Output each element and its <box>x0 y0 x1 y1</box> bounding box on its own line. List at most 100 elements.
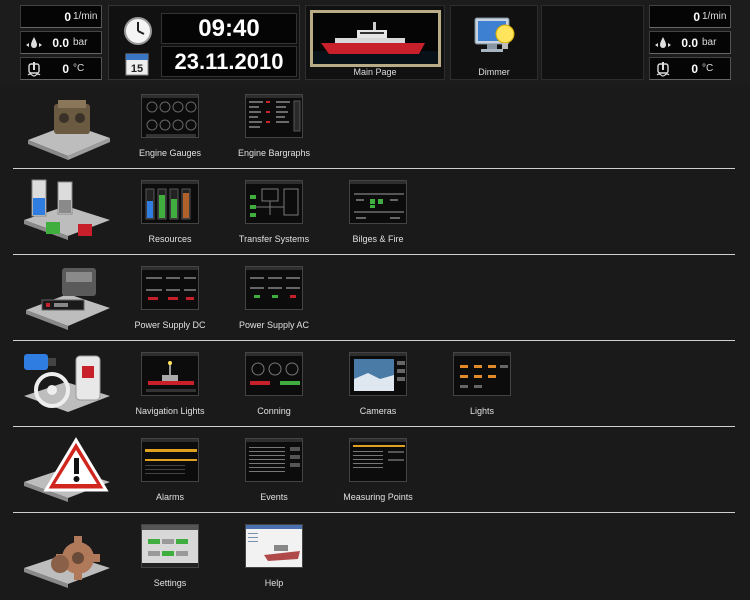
thumbnail <box>245 266 303 310</box>
item-settings[interactable]: Settings <box>125 518 215 596</box>
top-bar: 0 1/min 0.0 bar 0 °C 15 09:40 23.11.2010 <box>0 0 750 84</box>
oil-pressure-icon <box>654 35 672 51</box>
item-label: Settings <box>153 578 187 588</box>
row-separator <box>13 254 735 255</box>
settings-icon <box>18 518 118 596</box>
dimmer-label: Dimmer <box>478 67 510 77</box>
item-label: Transfer Systems <box>238 234 310 244</box>
main-page-label: Main Page <box>353 67 397 77</box>
date-display: 23.11.2010 <box>161 46 297 77</box>
thumbnail <box>453 352 511 396</box>
item-cameras[interactable]: Cameras <box>333 346 423 424</box>
item-lights[interactable]: Lights <box>437 346 527 424</box>
item-label: Cameras <box>359 406 397 416</box>
navigation-icon <box>18 346 118 424</box>
right-temp-unit: °C <box>702 63 714 74</box>
item-label: Alarms <box>155 492 184 502</box>
clock-icon <box>123 16 153 51</box>
item-power-supply-dc[interactable]: Power Supply DC <box>125 260 215 338</box>
alarm-icon <box>18 432 118 510</box>
thumbnail <box>141 94 199 138</box>
right-pressure-value: 0.0 <box>681 35 698 50</box>
clock-panel: 15 09:40 23.11.2010 <box>108 5 300 80</box>
item-events[interactable]: Events <box>229 432 319 510</box>
main-page-button[interactable]: Main Page <box>305 5 445 80</box>
item-engine-gauges[interactable]: Engine Gauges <box>125 88 215 166</box>
item-label: Measuring Points <box>343 492 413 502</box>
right-rpm-value: 0 <box>693 9 700 24</box>
thumbnail <box>349 438 407 482</box>
item-measuring-points[interactable]: Measuring Points <box>333 432 423 510</box>
coolant-temp-icon <box>25 61 43 77</box>
empty-tile <box>541 5 644 80</box>
row-separator <box>13 512 735 513</box>
dimmer-icon <box>473 14 517 63</box>
power-icon <box>18 260 118 338</box>
right-temp-value: 0 <box>691 61 698 76</box>
left-pressure-unit: bar <box>73 37 88 48</box>
calendar-icon: 15 <box>125 52 149 81</box>
right-rpm-unit: 1/min <box>702 11 727 22</box>
left-temp-value: 0 <box>62 61 69 76</box>
right-pressure-gauge: 0.0 bar <box>649 31 731 54</box>
left-temp-gauge: 0 °C <box>20 57 102 80</box>
thumbnail <box>349 180 407 224</box>
item-alarms[interactable]: Alarms <box>125 432 215 510</box>
item-navigation-lights[interactable]: Navigation Lights <box>125 346 215 424</box>
left-temp-unit: °C <box>73 63 85 74</box>
coolant-temp-icon <box>654 61 672 77</box>
row-tanks: Resources Transfer Systems Bilges & Fire <box>13 170 735 256</box>
item-resources[interactable]: Resources <box>125 174 215 252</box>
right-engine-panel: 0 1/min 0.0 bar 0 °C <box>649 5 731 80</box>
item-label: Conning <box>257 406 291 416</box>
row-engine: Engine Gauges Engine Bargraphs <box>13 84 735 170</box>
item-conning[interactable]: Conning <box>229 346 319 424</box>
thumbnail <box>245 524 303 568</box>
left-rpm-unit: 1/min <box>73 11 98 22</box>
item-engine-bargraphs[interactable]: Engine Bargraphs <box>229 88 319 166</box>
item-label: Navigation Lights <box>135 406 205 416</box>
time-display: 09:40 <box>161 13 297 44</box>
row-separator <box>13 168 735 169</box>
row-settings: Settings Help <box>13 514 735 600</box>
item-transfer-systems[interactable]: Transfer Systems <box>229 174 319 252</box>
right-temp-gauge: 0 °C <box>649 57 731 80</box>
item-label: Power Supply DC <box>134 320 206 330</box>
row-separator <box>13 426 735 427</box>
row-navigation: Navigation Lights Conning Cameras Lights <box>13 342 735 428</box>
right-pressure-unit: bar <box>702 37 717 48</box>
item-label: Lights <box>469 406 495 416</box>
dimmer-button[interactable]: Dimmer <box>450 5 538 80</box>
thumbnail <box>245 438 303 482</box>
thumbnail <box>141 180 199 224</box>
ship-picture <box>310 10 441 67</box>
item-label: Events <box>260 492 288 502</box>
thumbnail <box>245 352 303 396</box>
item-label: Help <box>264 578 284 588</box>
thumbnail <box>141 266 199 310</box>
item-label: Engine Gauges <box>138 148 202 158</box>
right-rpm-gauge: 0 1/min <box>649 5 731 28</box>
left-pressure-value: 0.0 <box>52 35 69 50</box>
item-label: Power Supply AC <box>238 320 310 330</box>
left-rpm-value: 0 <box>64 9 71 24</box>
thumbnail <box>245 94 303 138</box>
item-power-supply-ac[interactable]: Power Supply AC <box>229 260 319 338</box>
oil-pressure-icon <box>25 35 43 51</box>
left-pressure-gauge: 0.0 bar <box>20 31 102 54</box>
row-alarms: Alarms Events Measuring Points <box>13 428 735 514</box>
item-label: Bilges & Fire <box>352 234 404 244</box>
item-bilges-fire[interactable]: Bilges & Fire <box>333 174 423 252</box>
engine-icon <box>18 88 118 166</box>
calendar-day: 15 <box>131 63 143 75</box>
thumbnail <box>245 180 303 224</box>
item-help[interactable]: Help <box>229 518 319 596</box>
row-separator <box>13 340 735 341</box>
thumbnail <box>141 352 199 396</box>
item-label: Resources <box>148 234 192 244</box>
thumbnail <box>349 352 407 396</box>
left-engine-panel: 0 1/min 0.0 bar 0 °C <box>20 5 102 80</box>
left-rpm-gauge: 0 1/min <box>20 5 102 28</box>
row-power: Power Supply DC Power Supply AC <box>13 256 735 342</box>
item-label: Engine Bargraphs <box>237 148 311 158</box>
